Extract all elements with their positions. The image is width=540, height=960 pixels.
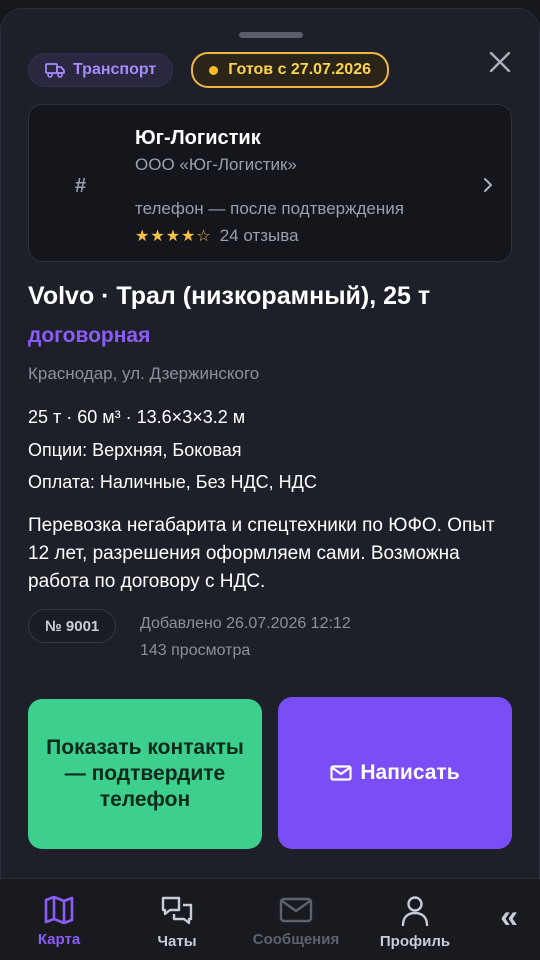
company-name: Юг-Логистик [135,127,261,149]
tab-chats[interactable]: Чаты [122,895,232,950]
envelope-icon [279,897,313,923]
close-button[interactable] [485,47,515,77]
listing-price: договорная [28,324,151,347]
tab-messages-label: Сообщения [252,931,340,948]
status-chip: Готов с 27.07.2026 [191,52,389,88]
reviews-count: 24 отзыва [219,226,299,245]
rating-stars-icon: ★★★★☆ [135,228,212,245]
tab-map[interactable]: Карта [4,895,114,948]
write-message-button[interactable]: Написать [278,697,512,849]
sheet-grabber[interactable] [239,32,303,38]
user-icon [401,896,429,927]
category-chip-label: Транспорт [73,61,157,78]
category-chip: Транспорт [28,53,174,87]
listing-description: Перевозка негабарита и спецтехники по ЮФ… [28,515,495,592]
chat-bubbles-icon [161,896,193,925]
show-contacts-button[interactable]: Показать контакты — подтвердите телефон [28,699,262,849]
company-rating: ★★★★☆ 24 отзыва [135,226,299,246]
tab-profile-label: Профиль [379,933,451,950]
listing-address: Краснодар, ул. Дзержинского [28,364,260,383]
listing-payment: Оплата: Наличные, Без НДС, НДС [28,472,317,492]
show-contacts-label: Показать контакты — подтвердите телефон [46,736,244,811]
company-phone-note: телефон — после подтверждения [135,199,404,218]
chip-row: Транспорт Готов с 27.07.2026 [28,52,389,88]
tab-profile[interactable]: Профиль [360,895,470,950]
company-legal-name: ООО «Юг-Логистик» [135,155,297,174]
write-message-label: Написать [360,761,460,784]
listing-id-badge: № 9001 [28,609,117,643]
chevron-right-icon [483,177,493,198]
tab-map-label: Карта [37,931,81,948]
company-avatar: # [75,175,87,197]
listing-options: Опции: Верхняя, Боковая [28,440,242,460]
bottom-tabbar: Карта Чаты Сообщения Профиль [0,878,540,960]
listing-specs: 25 т · 60 м³ · 13.6×3×3.2 м [28,407,246,427]
tab-chats-label: Чаты [157,933,197,950]
mail-icon [330,765,352,781]
map-icon [44,895,74,925]
close-icon [489,51,511,73]
status-chip-label: Готов с 27.07.2026 [228,61,371,78]
company-card[interactable]: # Юг-Логистик ООО «Юг-Логистик» телефон … [28,104,512,262]
listing-title: Volvo · Трал (низкорамный), 25 т [28,282,431,310]
truck-icon [45,63,65,78]
status-dot-icon [209,65,219,75]
collapse-panel-button[interactable]: « [500,898,518,935]
listing-views: 143 просмотра [140,642,251,659]
listing-added-date: Добавлено 26.07.2026 12:12 [140,615,351,632]
tab-messages[interactable]: Сообщения [241,895,351,948]
